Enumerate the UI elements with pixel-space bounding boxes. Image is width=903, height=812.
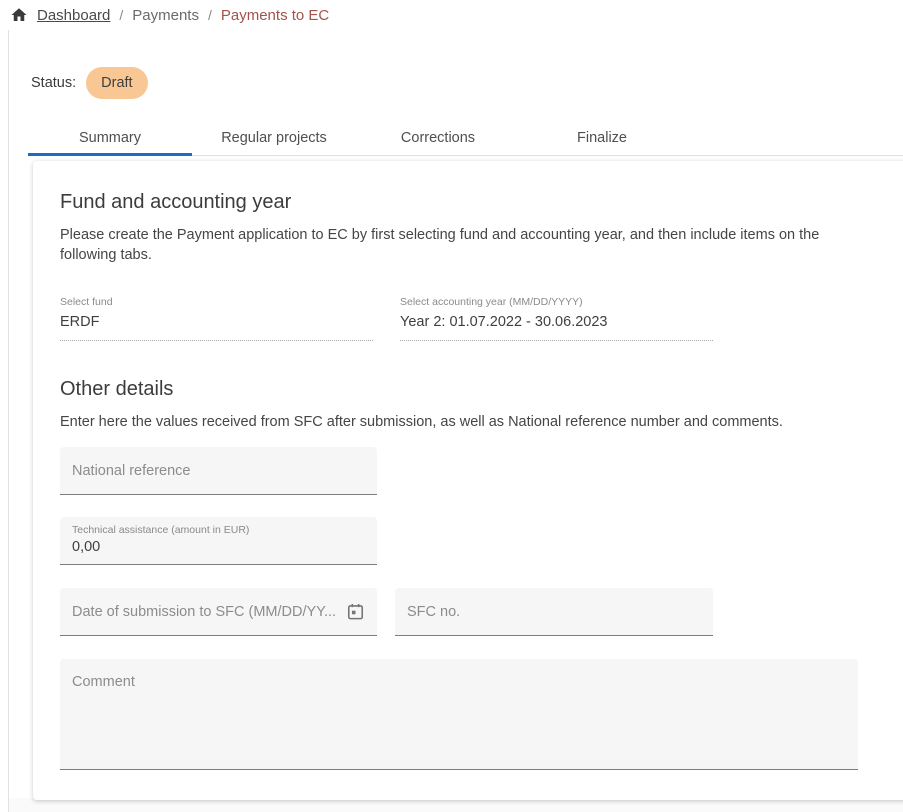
select-fund-label: Select fund <box>60 296 373 308</box>
comment-field-wrap <box>60 659 858 770</box>
tab-summary[interactable]: Summary <box>28 125 192 155</box>
national-reference-field-wrap <box>60 447 377 495</box>
status-row: Status: Draft <box>9 30 903 99</box>
page-bottom-strip <box>9 798 903 812</box>
fund-section-description: Please create the Payment application to… <box>60 225 850 265</box>
breadcrumb: Dashboard / Payments / Payments to EC <box>0 0 903 30</box>
sfc-no-field-wrap <box>395 588 713 636</box>
select-accounting-year[interactable]: Select accounting year (MM/DD/YYYY) Year… <box>400 296 713 341</box>
breadcrumb-payments[interactable]: Payments <box>132 7 199 24</box>
date-submission-field-wrap <box>60 588 377 636</box>
date-submission-input[interactable] <box>60 588 343 635</box>
select-fund-value: ERDF <box>60 314 373 331</box>
status-badge: Draft <box>86 67 147 99</box>
national-reference-input[interactable] <box>60 447 377 494</box>
breadcrumb-separator: / <box>208 7 212 23</box>
technical-assistance-input[interactable] <box>72 539 365 555</box>
summary-card: Fund and accounting year Please create t… <box>33 161 903 800</box>
main-pane: Status: Draft Summary Regular projects C… <box>8 30 903 812</box>
breadcrumb-dashboard[interactable]: Dashboard <box>37 7 110 24</box>
breadcrumb-payments-to-ec: Payments to EC <box>221 7 329 24</box>
fund-select-row: Select fund ERDF Select accounting year … <box>60 296 870 341</box>
calendar-icon[interactable] <box>343 600 367 624</box>
tab-corrections[interactable]: Corrections <box>356 125 520 155</box>
select-fund[interactable]: Select fund ERDF <box>60 296 373 341</box>
other-section-title: Other details <box>60 378 870 401</box>
status-label: Status: <box>31 75 76 91</box>
breadcrumb-separator: / <box>119 7 123 23</box>
fund-section-title: Fund and accounting year <box>60 191 870 214</box>
select-accounting-year-value: Year 2: 01.07.2022 - 30.06.2023 <box>400 314 713 331</box>
technical-assistance-field-wrap: Technical assistance (amount in EUR) <box>60 517 377 565</box>
tab-regular-projects[interactable]: Regular projects <box>192 125 356 155</box>
date-sfc-row <box>60 588 870 636</box>
technical-assistance-label: Technical assistance (amount in EUR) <box>72 524 365 536</box>
tab-finalize[interactable]: Finalize <box>520 125 684 155</box>
select-accounting-year-label: Select accounting year (MM/DD/YYYY) <box>400 296 713 308</box>
comment-textarea[interactable] <box>60 659 858 769</box>
home-icon[interactable] <box>10 6 28 24</box>
sfc-no-input[interactable] <box>395 588 713 635</box>
other-section-description: Enter here the values received from SFC … <box>60 412 850 432</box>
tab-bar: Summary Regular projects Corrections Fin… <box>28 125 903 156</box>
